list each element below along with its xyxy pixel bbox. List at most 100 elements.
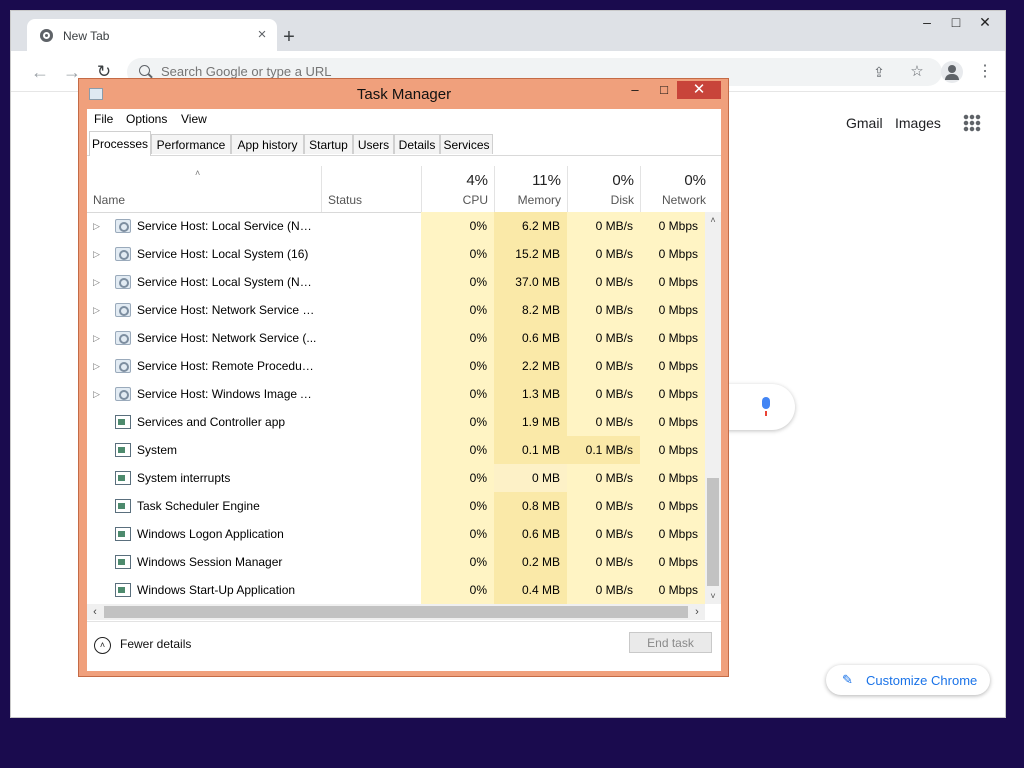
process-disk: 0 MB/s xyxy=(567,492,640,520)
process-name: Service Host: Network Service (... xyxy=(137,331,317,345)
search-box-edge xyxy=(726,384,795,430)
horizontal-scroll-thumb[interactable] xyxy=(104,606,688,618)
app-window-icon xyxy=(115,443,131,457)
service-gear-icon xyxy=(115,359,131,373)
address-bar-input[interactable] xyxy=(161,64,761,79)
expand-arrow-icon[interactable]: ▷ xyxy=(93,352,103,380)
column-label-memory: Memory xyxy=(517,193,561,207)
scroll-down-arrow-icon[interactable]: ˅ xyxy=(705,588,721,604)
process-row[interactable]: System 0% 0.1 MB 0.1 MB/s 0 Mbps xyxy=(87,436,705,464)
service-gear-icon xyxy=(115,219,131,233)
tab-new-tab[interactable]: New Tab × xyxy=(27,19,277,51)
customize-chrome-button[interactable]: ✎ Customize Chrome xyxy=(826,665,990,695)
service-gear-icon xyxy=(115,275,131,289)
process-row[interactable]: ▷ Service Host: Network Service (... 0% 0.6… xyxy=(87,324,705,352)
column-header-memory[interactable]: 11% Memory xyxy=(494,166,567,212)
tab-users[interactable]: Users xyxy=(353,134,394,154)
expand-arrow-icon[interactable]: ▷ xyxy=(93,296,103,324)
column-header-cpu[interactable]: 4% CPU xyxy=(421,166,494,212)
vertical-scrollbar[interactable]: ˄ ˅ xyxy=(705,212,721,604)
process-row[interactable]: ▷ Service Host: Network Service (4) 0% 8.2 … xyxy=(87,296,705,324)
scroll-right-arrow-icon[interactable]: › xyxy=(689,604,705,620)
process-name: Service Host: Local Service (No ... xyxy=(137,219,317,233)
process-row[interactable]: ▷ Service Host: Remote Procedure... 0% 2.2 … xyxy=(87,352,705,380)
profile-avatar-icon[interactable] xyxy=(941,61,963,83)
process-row[interactable]: Windows Session Manager 0% 0.2 MB 0 MB/s 0 M… xyxy=(87,548,705,576)
process-name: Service Host: Remote Procedure... xyxy=(137,359,317,373)
process-disk: 0 MB/s xyxy=(567,380,640,408)
voice-search-mic-icon[interactable] xyxy=(762,397,770,416)
tab-close-icon[interactable]: × xyxy=(252,25,272,45)
process-name: Task Scheduler Engine xyxy=(137,499,260,513)
images-link[interactable]: Images xyxy=(895,115,941,131)
process-row[interactable]: Windows Start-Up Application 0% 0.4 MB 0 MB… xyxy=(87,576,705,604)
process-row[interactable]: System interrupts 0% 0 MB 0 MB/s 0 Mbps xyxy=(87,464,705,492)
column-header-network[interactable]: 0% Network xyxy=(640,166,712,212)
menu-view[interactable]: View xyxy=(181,112,207,126)
menu-options[interactable]: Options xyxy=(126,112,167,126)
vertical-scroll-thumb[interactable] xyxy=(707,478,719,586)
chrome-menu-icon[interactable]: ⋮ xyxy=(975,61,995,83)
process-name: Windows Logon Application xyxy=(137,527,284,541)
minimize-button[interactable]: – xyxy=(626,81,644,99)
fewer-details-link[interactable]: Fewer details xyxy=(120,637,191,651)
process-row[interactable]: Task Scheduler Engine 0% 0.8 MB 0 MB/s 0 Mbp… xyxy=(87,492,705,520)
maximize-button[interactable]: □ xyxy=(655,81,673,99)
process-row[interactable]: ▷ Service Host: Local System (Net... 0% 37.… xyxy=(87,268,705,296)
close-button[interactable]: ✕ xyxy=(677,81,721,99)
process-row[interactable]: Services and Controller app 0% 1.9 MB 0 MB/… xyxy=(87,408,705,436)
scroll-left-arrow-icon[interactable]: ‹ xyxy=(87,604,103,620)
horizontal-scrollbar[interactable]: ‹ › xyxy=(87,604,705,620)
process-memory: 0 MB xyxy=(494,464,567,492)
end-task-button[interactable]: End task xyxy=(629,632,712,653)
tab-processes[interactable]: Processes xyxy=(89,131,151,156)
process-disk: 0 MB/s xyxy=(567,296,640,324)
tab-performance[interactable]: Performance xyxy=(151,134,231,154)
app-window-icon xyxy=(115,527,131,541)
chrome-logo-icon xyxy=(40,29,53,42)
gmail-link[interactable]: Gmail xyxy=(846,115,883,131)
process-disk: 0 MB/s xyxy=(567,464,640,492)
tab-startup[interactable]: Startup xyxy=(304,134,353,154)
expand-arrow-icon[interactable]: ▷ xyxy=(93,380,103,408)
process-memory: 6.2 MB xyxy=(494,212,567,240)
process-cpu: 0% xyxy=(421,492,494,520)
process-disk: 0 MB/s xyxy=(567,240,640,268)
process-memory: 1.9 MB xyxy=(494,408,567,436)
process-row[interactable]: ▷ Service Host: Local Service (No ... 0% 6.… xyxy=(87,212,705,240)
expand-arrow-icon[interactable]: ▷ xyxy=(93,324,103,352)
window-close-button[interactable]: ✕ xyxy=(965,11,1005,35)
share-icon[interactable]: ⇪ xyxy=(870,63,888,81)
search-icon xyxy=(139,65,150,76)
process-memory: 0.2 MB xyxy=(494,548,567,576)
bookmark-star-icon[interactable]: ☆ xyxy=(908,63,926,81)
menu-file[interactable]: File xyxy=(94,112,113,126)
process-network: 0 Mbps xyxy=(640,268,705,296)
process-network: 0 Mbps xyxy=(640,212,705,240)
process-row[interactable]: ▷ Service Host: Windows Image A... 0% 1.3 M… xyxy=(87,380,705,408)
process-disk: 0 MB/s xyxy=(567,408,640,436)
tab-app-history[interactable]: App history xyxy=(231,134,304,154)
back-button[interactable]: ← xyxy=(27,59,53,85)
process-row[interactable]: ▷ Service Host: Local System (16) 0% 15.2 M… xyxy=(87,240,705,268)
task-manager-window: Task Manager – □ ✕ File Options View Pro… xyxy=(78,78,729,677)
collapse-chevron-icon[interactable]: ˄ xyxy=(94,637,111,654)
column-header-status[interactable]: Status xyxy=(321,166,421,212)
expand-arrow-icon[interactable]: ▷ xyxy=(93,212,103,240)
window-title: Task Manager xyxy=(356,86,452,103)
tab-details[interactable]: Details xyxy=(394,134,440,154)
column-header-disk[interactable]: 0% Disk xyxy=(567,166,640,212)
new-tab-button[interactable]: + xyxy=(277,25,301,49)
process-memory: 8.2 MB xyxy=(494,296,567,324)
scroll-up-arrow-icon[interactable]: ˄ xyxy=(705,212,721,228)
tab-services[interactable]: Services xyxy=(440,134,493,154)
memory-total-percent: 11% xyxy=(532,172,561,189)
column-label-disk: Disk xyxy=(610,193,634,207)
process-row[interactable]: Windows Logon Application 0% 0.6 MB 0 MB/s 0… xyxy=(87,520,705,548)
process-disk: 0 MB/s xyxy=(567,268,640,296)
expand-arrow-icon[interactable]: ▷ xyxy=(93,240,103,268)
expand-arrow-icon[interactable]: ▷ xyxy=(93,268,103,296)
tab-title: New Tab xyxy=(63,29,110,43)
google-apps-icon[interactable] xyxy=(963,114,981,132)
column-header-name[interactable]: ˄ Name xyxy=(87,166,321,212)
